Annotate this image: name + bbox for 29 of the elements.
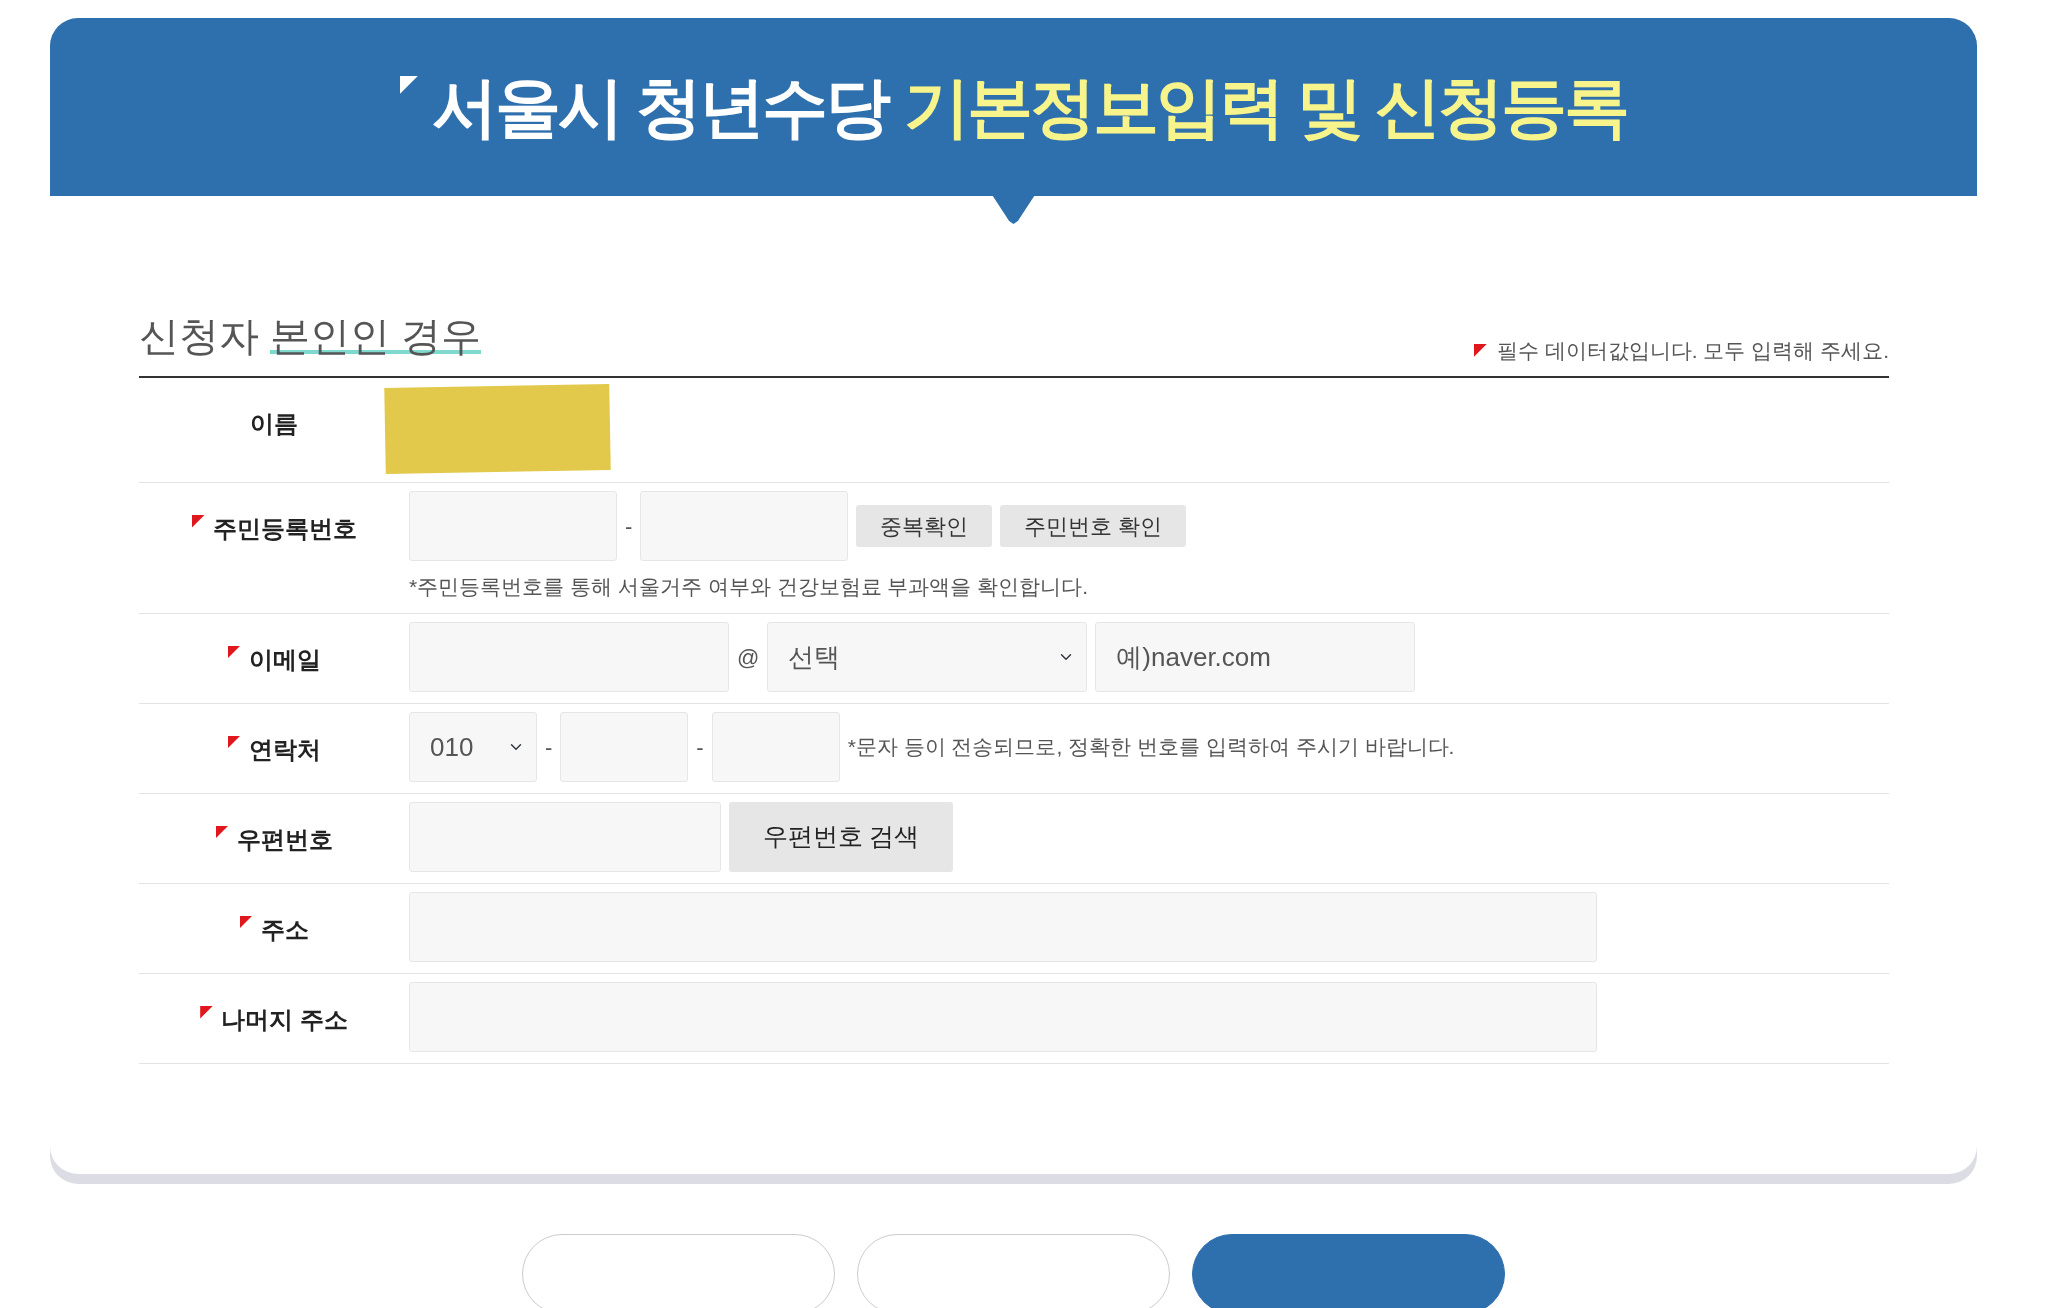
help-text: *주민등록번호를 통해 서울거주 여부와 건강보험료 부과액을 확인합니다. xyxy=(409,574,1089,600)
dropdown-field[interactable]: 선택 xyxy=(767,622,1088,692)
separator-text: - xyxy=(545,733,553,762)
page-title: 서울시 청년수당 기본정보입력 및 신청등록 xyxy=(431,68,1628,146)
field-label: 연락처 xyxy=(248,734,321,765)
field-label: 이메일 xyxy=(248,644,321,675)
input-field[interactable] xyxy=(640,491,849,561)
field-label: 주소 xyxy=(260,914,309,945)
input-field[interactable] xyxy=(711,712,840,782)
input-field[interactable] xyxy=(409,491,617,561)
field-label: 이름 xyxy=(250,409,298,439)
search-button[interactable]: 우편번호 검색 xyxy=(729,802,953,872)
dropdown-field[interactable]: 010 xyxy=(409,712,537,782)
input-field[interactable] xyxy=(409,892,1597,962)
field-label: 우편번호 xyxy=(236,824,333,855)
check-button[interactable]: 중복확인 xyxy=(856,505,993,547)
check-button[interactable]: 주민번호 확인 xyxy=(1000,505,1187,547)
input-field[interactable] xyxy=(409,982,1597,1052)
field-label: 주민등록번호 xyxy=(212,514,357,544)
separator-text: - xyxy=(696,733,704,762)
input-field[interactable]: 예)naver.com xyxy=(1095,622,1416,692)
separator-text: - xyxy=(625,512,633,541)
help-text: *문자 등이 전송되므로, 정확한 번호를 입력하여 주시기 바랍니다. xyxy=(847,734,1455,761)
at-sign: @ xyxy=(737,643,760,672)
input-field[interactable] xyxy=(409,802,721,872)
required-note: 필수 데이터값입니다. 모두 입력해 주세요. xyxy=(1497,337,1889,364)
input-field[interactable] xyxy=(409,622,729,692)
field-label: 나머지 주소 xyxy=(221,1004,348,1035)
input-field[interactable] xyxy=(560,712,689,782)
